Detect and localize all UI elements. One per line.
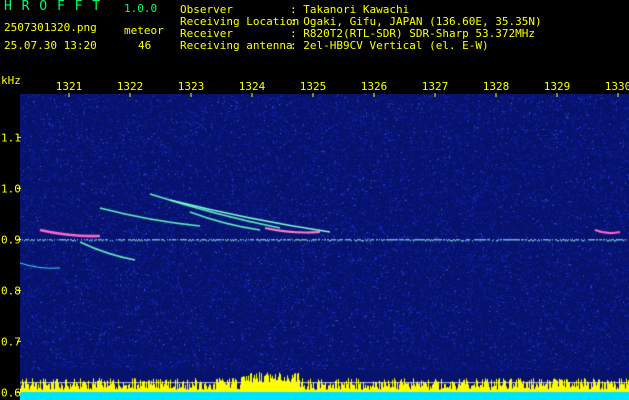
- x-tick-label: 1324: [239, 80, 266, 93]
- info-antenna-label: Receiving antenna: [180, 39, 293, 52]
- y-tick-label: 1.1: [1, 131, 21, 144]
- y-tick-label: 1.0: [1, 182, 21, 195]
- x-tick-label: 1329: [544, 80, 571, 93]
- x-tick-label: 1323: [178, 80, 205, 93]
- y-tick-label: 0.7: [1, 335, 21, 348]
- x-tick-label: 1330: [605, 80, 629, 93]
- y-tick-label: 0.8: [1, 284, 21, 297]
- x-tick-label: 1327: [422, 80, 449, 93]
- datetime-label: 25.07.30 13:20: [4, 39, 97, 52]
- y-tick-label: 0.9: [1, 233, 21, 246]
- x-tick-label: 1325: [300, 80, 327, 93]
- y-axis-ticks: 1.1 1.0 0.9 0.8 0.7 0.6: [1, 131, 21, 399]
- x-tick-label: 1326: [361, 80, 388, 93]
- count-label: meteor: [124, 24, 164, 37]
- info-antenna-value: : 2el-HB9CV Vertical (el. E-W): [290, 39, 489, 52]
- x-tick-label: 1321: [56, 80, 83, 93]
- y-tick-label: 0.6: [1, 386, 21, 399]
- spectrogram-canvas: [20, 94, 629, 400]
- filename-label: 2507301320.png: [4, 21, 97, 34]
- y-axis-unit: kHz: [1, 74, 21, 87]
- x-tick-label: 1322: [117, 80, 144, 93]
- app-version: 1.0.0: [124, 2, 158, 15]
- app-title: H R O F F T: [4, 0, 102, 14]
- count-value: 46: [138, 39, 152, 52]
- x-tick-label: 1328: [483, 80, 510, 93]
